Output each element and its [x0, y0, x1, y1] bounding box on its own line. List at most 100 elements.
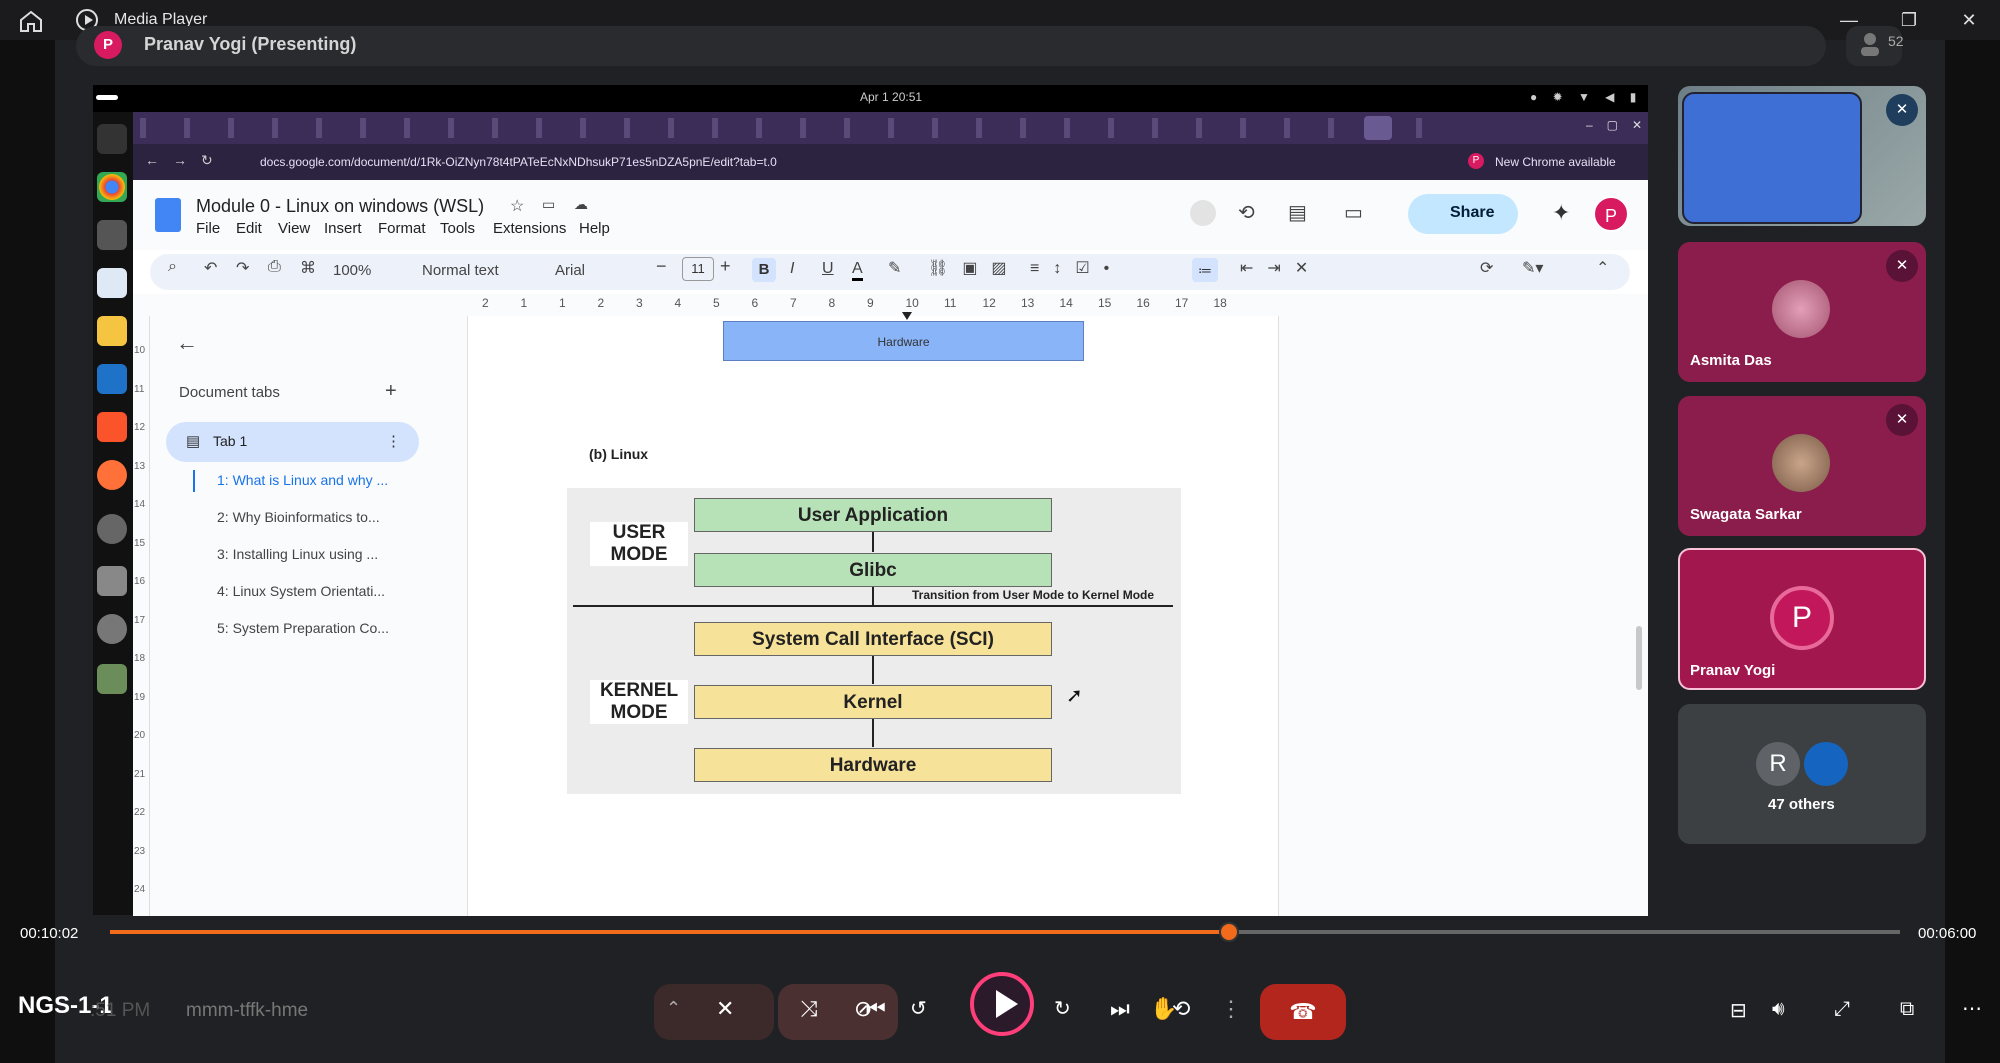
- brave-icon[interactable]: [97, 412, 127, 442]
- italic-button[interactable]: I: [790, 260, 794, 278]
- search-menus-icon[interactable]: ⌕: [168, 258, 177, 276]
- font-size-input[interactable]: 11: [682, 257, 714, 281]
- chrome-profile-avatar[interactable]: P: [1468, 153, 1484, 169]
- outline-item[interactable]: 4: Linux System Orientati...: [217, 583, 385, 599]
- browser-window-controls[interactable]: –▢✕: [1586, 118, 1656, 132]
- bold-button[interactable]: B: [752, 258, 776, 282]
- previous-icon[interactable]: ⏮: [866, 996, 886, 1022]
- gemini-icon[interactable]: ✦: [1552, 200, 1570, 226]
- active-browser-tab[interactable]: [1364, 116, 1392, 140]
- leave-call-button[interactable]: ☎: [1260, 984, 1346, 1040]
- tab-1[interactable]: [166, 422, 419, 462]
- restore-button[interactable]: ❐: [1894, 8, 1924, 32]
- vscode-icon[interactable]: [97, 364, 127, 394]
- outline-item[interactable]: 1: What is Linux and why ...: [217, 472, 388, 488]
- highlight-icon[interactable]: ✎: [888, 258, 901, 278]
- firefox-icon[interactable]: [97, 460, 127, 490]
- chevron-up-icon[interactable]: ⌃: [666, 998, 681, 1019]
- document-title[interactable]: Module 0 - Linux on windows (WSL): [196, 196, 484, 217]
- insert-tools-icons[interactable]: ⛓▣▨: [928, 258, 1021, 278]
- menu-help[interactable]: Help: [579, 220, 610, 237]
- star-icon[interactable]: ☆: [510, 196, 524, 216]
- outline-item[interactable]: 5: System Preparation Co...: [217, 620, 389, 636]
- paragraph-tools-icons[interactable]: ≡↕☑•: [1030, 258, 1123, 278]
- trash-icon[interactable]: [97, 664, 127, 694]
- menu-format[interactable]: Format: [378, 220, 426, 237]
- outline-item[interactable]: 3: Installing Linux using ...: [217, 546, 378, 562]
- menu-edit[interactable]: Edit: [236, 220, 262, 237]
- captions-icon[interactable]: ⊟: [1730, 998, 1747, 1023]
- seek-knob[interactable]: [1218, 922, 1239, 942]
- print-icon[interactable]: ⎙: [268, 258, 281, 276]
- numbered-list-icon[interactable]: ≔: [1192, 258, 1218, 282]
- document-scrollbar[interactable]: [1636, 626, 1642, 690]
- more-options-icon[interactable]: ⋮: [1220, 996, 1242, 1022]
- text-editor-icon[interactable]: [97, 268, 127, 298]
- horizontal-ruler: [133, 294, 1648, 317]
- shuffle-icon[interactable]: ⤨: [800, 996, 818, 1022]
- rewind-10-icon[interactable]: ↺: [910, 996, 927, 1021]
- nav-buttons[interactable]: ←→↻: [145, 152, 227, 169]
- mode-divider-line: [573, 605, 1173, 607]
- ruler-tick-label: 12: [982, 296, 996, 310]
- undo-icon[interactable]: ↶: [204, 258, 217, 278]
- menu-file[interactable]: File: [196, 220, 220, 237]
- participant-tile-others[interactable]: [1678, 704, 1926, 844]
- more-icon[interactable]: ⋯: [1962, 996, 1982, 1021]
- font-select[interactable]: Arial: [555, 262, 585, 279]
- menu-tools[interactable]: Tools: [440, 220, 475, 237]
- add-tab-button[interactable]: +: [385, 380, 397, 403]
- comment-icon[interactable]: ▤: [1288, 200, 1307, 225]
- increase-font-icon[interactable]: +: [720, 256, 731, 277]
- terminal-icon[interactable]: [97, 124, 127, 154]
- url-input[interactable]: docs.google.com/document/d/1Rk-OiZNyn78t…: [260, 155, 777, 169]
- menu-extensions[interactable]: Extensions: [493, 220, 566, 237]
- ruler-tick-label: 11: [944, 296, 957, 310]
- pen-mode-icon[interactable]: ✎▾: [1522, 258, 1543, 278]
- notes-icon[interactable]: [97, 316, 127, 346]
- zoom-select[interactable]: 100%: [333, 262, 371, 279]
- style-select[interactable]: Normal text: [422, 262, 499, 279]
- underline-button[interactable]: U: [822, 260, 834, 278]
- close-button[interactable]: ✕: [1954, 8, 1984, 32]
- chrome-icon[interactable]: [97, 172, 127, 202]
- meeting-code: mmm-tffk-hme: [186, 1000, 309, 1021]
- menu-insert[interactable]: Insert: [324, 220, 362, 237]
- meet-icon[interactable]: ▭: [1344, 200, 1363, 225]
- software-icon[interactable]: [97, 614, 127, 644]
- presence-icon[interactable]: [1190, 200, 1216, 226]
- editing-mode-icon[interactable]: ⟳: [1480, 258, 1493, 278]
- history-icon[interactable]: ⟲: [1238, 200, 1255, 225]
- participant-video: [1682, 92, 1862, 224]
- decrease-font-icon[interactable]: −: [656, 256, 667, 277]
- volume-icon[interactable]: 🔊︎: [1772, 998, 1785, 1021]
- hide-menus-icon[interactable]: ⌃: [1596, 258, 1609, 278]
- tab-more-icon[interactable]: ⋮: [386, 432, 401, 450]
- mic-off-icon[interactable]: ✕: [716, 996, 734, 1022]
- play-button[interactable]: [970, 972, 1034, 1036]
- docs-profile-avatar[interactable]: P: [1593, 196, 1629, 232]
- settings-icon[interactable]: [97, 514, 127, 544]
- forward-30-icon[interactable]: ↻: [1054, 996, 1071, 1021]
- indent-icons[interactable]: ⇤⇥✕: [1240, 258, 1322, 278]
- paint-format-icon[interactable]: ⌘: [300, 258, 316, 278]
- picture-in-picture-icon[interactable]: ⧉: [1900, 998, 1914, 1021]
- activities-indicator: [96, 95, 118, 100]
- outline-item[interactable]: 2: Why Bioinformatics to...: [217, 509, 380, 525]
- menu-view[interactable]: View: [278, 220, 310, 237]
- files-icon[interactable]: [97, 220, 127, 250]
- text-color-icon[interactable]: A: [852, 260, 863, 281]
- move-folder-icon[interactable]: ▭: [542, 196, 555, 213]
- repeat-off-icon[interactable]: ⟲: [1172, 996, 1190, 1022]
- redo-icon[interactable]: ↷: [236, 258, 249, 278]
- docs-logo-icon[interactable]: [155, 198, 181, 232]
- search-app-icon[interactable]: [97, 566, 127, 596]
- home-icon[interactable]: [18, 9, 44, 33]
- browser-tabs[interactable]: [140, 118, 1460, 138]
- back-arrow-icon[interactable]: ←: [176, 330, 198, 356]
- next-icon[interactable]: ⏭: [1110, 996, 1130, 1022]
- participant-name: Pranav Yogi: [1690, 662, 1776, 679]
- ruler-tick-label: 5: [713, 296, 720, 310]
- expand-icon[interactable]: ⤢: [1834, 998, 1850, 1021]
- new-chrome-available[interactable]: New Chrome available: [1495, 155, 1616, 169]
